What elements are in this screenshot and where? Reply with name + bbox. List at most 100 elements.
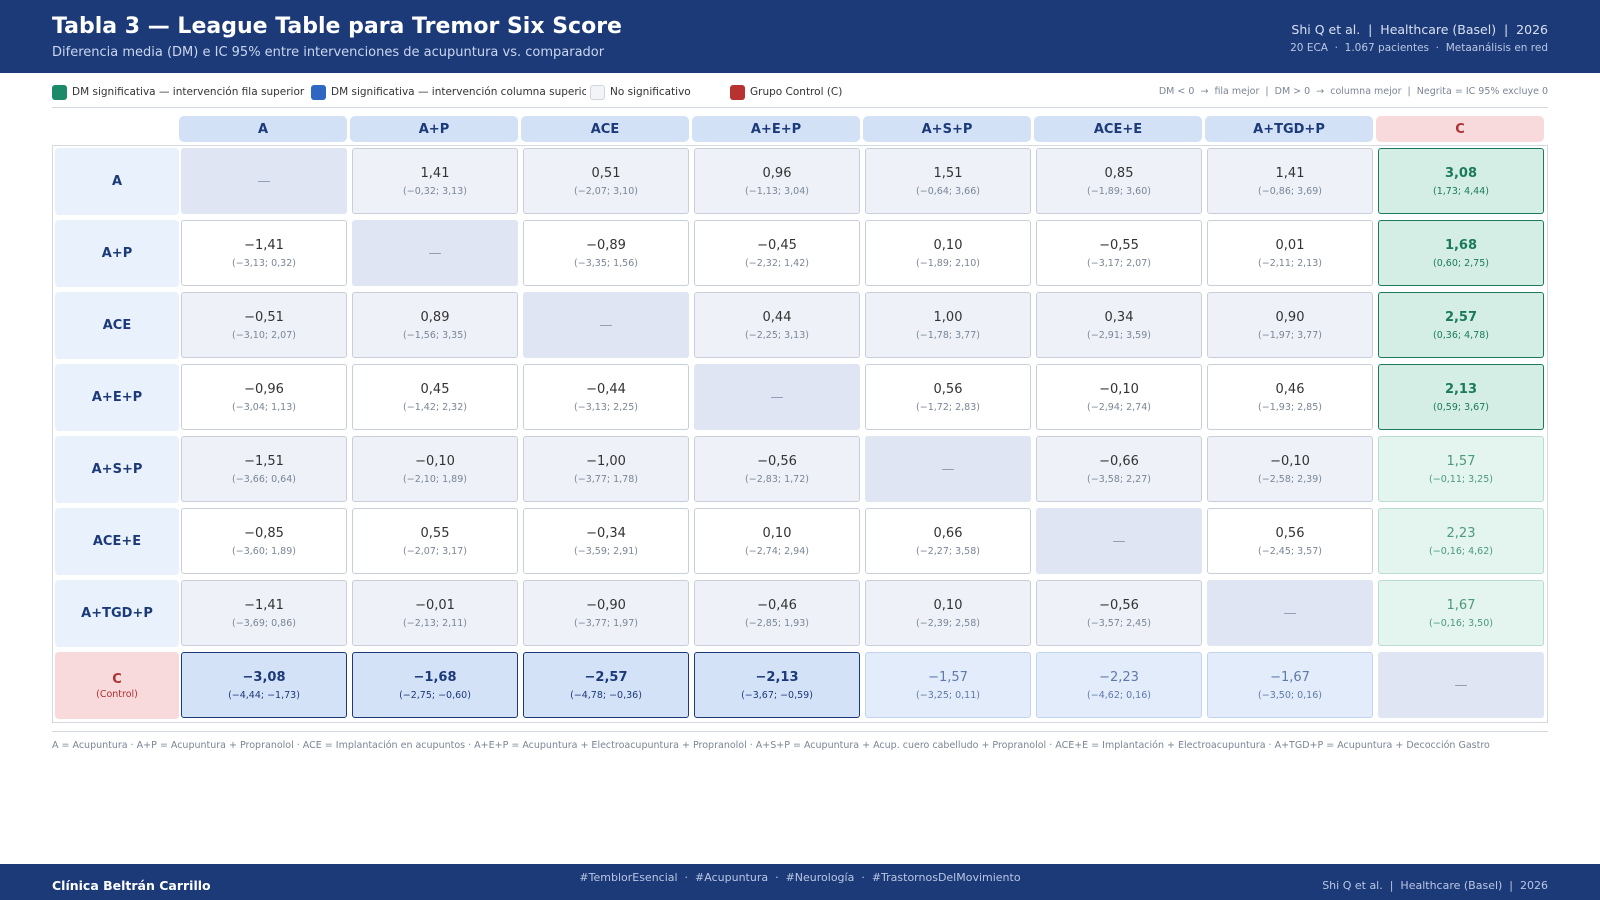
comparison-cell: −0,44 (−3,13; 2,25) (523, 364, 689, 430)
mean-difference: — (428, 245, 442, 261)
comparison-cell: −0,56 (−3,57; 2,45) (1036, 580, 1202, 646)
comparison-cell: −2,23 (−4,62; 0,16) (1036, 652, 1202, 718)
row-header-label: A+E+P (91, 390, 143, 405)
mean-difference: 0,55 (420, 525, 450, 541)
mean-difference: −0,10 (415, 453, 455, 469)
mean-difference: 1,57 (1446, 453, 1476, 469)
comparison-cell: 0,66 (−2,27; 3,58) (865, 508, 1031, 574)
comparison-cell: 0,01 (−2,11; 2,13) (1207, 220, 1373, 286)
mean-difference: 0,45 (420, 381, 450, 397)
comparison-cell: −0,10 (−2,10; 1,89) (352, 436, 518, 502)
column-header: A+E+P (692, 116, 860, 142)
confidence-interval: (−1,42; 2,32) (403, 401, 467, 413)
confidence-interval: (−1,72; 2,83) (916, 401, 980, 413)
row-header: A+P (55, 220, 179, 287)
confidence-interval: (−2,85; 1,93) (745, 617, 809, 629)
header-bar: Tabla 3 — League Table para Tremor Six S… (0, 0, 1600, 73)
confidence-interval: (−3,58; 2,27) (1087, 473, 1151, 485)
confidence-interval: (−3,59; 2,91) (574, 545, 638, 557)
comparison-cell: 0,34 (−2,91; 3,59) (1036, 292, 1202, 358)
comparison-cell: −1,57 (−3,25; 0,11) (865, 652, 1031, 718)
mean-difference: 0,10 (933, 597, 963, 613)
mean-difference: — (257, 173, 271, 189)
mean-difference: −1,00 (586, 453, 626, 469)
comparison-cell: −2,57 (−4,78; −0,36) (523, 652, 689, 718)
row-header: A+S+P (55, 436, 179, 503)
comparison-cell: 0,10 (−2,39; 2,58) (865, 580, 1031, 646)
mean-difference: 0,56 (1275, 525, 1305, 541)
comparison-cell: −0,66 (−3,58; 2,27) (1036, 436, 1202, 502)
mean-difference: 2,23 (1446, 525, 1476, 541)
legend-swatch-grey (590, 84, 605, 100)
legend-label: DM significativa — intervención fila sup… (72, 86, 305, 98)
mean-difference: — (770, 389, 784, 405)
mean-difference: 1,51 (933, 165, 963, 181)
mean-difference: 0,10 (762, 525, 792, 541)
confidence-interval: (−3,69; 0,86) (232, 617, 296, 629)
row-header-label: ACE (102, 318, 132, 333)
comparison-cell: −1,41 (−3,13; 0,32) (181, 220, 347, 286)
legend-item-sig-col: DM significativa — intervención columna … (311, 84, 586, 100)
confidence-interval: (−2,07; 3,17) (403, 545, 467, 557)
comparison-cell: −0,56 (−2,83; 1,72) (694, 436, 860, 502)
confidence-interval: (−2,27; 3,58) (916, 545, 980, 557)
comparison-cell: 1,57 (−0,11; 3,25) (1378, 436, 1544, 502)
mean-difference: −0,56 (757, 453, 797, 469)
mean-difference: −2,57 (584, 669, 628, 685)
diagonal-cell: — (694, 364, 860, 430)
column-header: ACE+E (1034, 116, 1202, 142)
row-header-label: A (111, 174, 123, 189)
comparison-cell: 0,96 (−1,13; 3,04) (694, 148, 860, 214)
confidence-interval: (−2,94; 2,74) (1087, 401, 1151, 413)
row-header: A+E+P (55, 364, 179, 431)
comparison-cell: 0,56 (−1,72; 2,83) (865, 364, 1031, 430)
mean-difference: −0,55 (1099, 237, 1139, 253)
row-header: A (55, 148, 179, 215)
column-header: A+TGD+P (1205, 116, 1373, 142)
mean-difference: −0,34 (586, 525, 626, 541)
column-header: A+P (350, 116, 518, 142)
comparison-cell: −1,41 (−3,69; 0,86) (181, 580, 347, 646)
mean-difference: — (1454, 677, 1468, 693)
confidence-interval: (−3,66; 0,64) (232, 473, 296, 485)
comparison-cell: 1,41 (−0,32; 3,13) (352, 148, 518, 214)
mean-difference: −1,41 (244, 237, 284, 253)
mean-difference: −0,96 (244, 381, 284, 397)
mean-difference: 1,68 (1444, 237, 1478, 253)
mean-difference: −3,08 (242, 669, 286, 685)
mean-difference: 0,44 (762, 309, 792, 325)
mean-difference: −0,66 (1099, 453, 1139, 469)
row-header-label: A+TGD+P (81, 606, 153, 621)
legend-label: DM significativa — intervención columna … (331, 86, 586, 98)
comparison-cell: −2,13 (−3,67; −0,59) (694, 652, 860, 718)
mean-difference: 1,00 (933, 309, 963, 325)
confidence-interval: (−2,45; 3,57) (1258, 545, 1322, 557)
confidence-interval: (−1,78; 3,77) (916, 329, 980, 341)
confidence-interval: (−1,97; 3,77) (1258, 329, 1322, 341)
row-header: ACE (55, 292, 179, 359)
comparison-cell: 0,51 (−2,07; 3,10) (523, 148, 689, 214)
confidence-interval: (−2,25; 3,13) (745, 329, 809, 341)
mean-difference: 0,46 (1275, 381, 1305, 397)
confidence-interval: (−2,58; 2,39) (1258, 473, 1322, 485)
row-header: ACE+E (55, 508, 179, 575)
column-header: ACE (521, 116, 689, 142)
header-citation: Shi Q et al. | Healthcare (Basel) | 2026 (1291, 22, 1548, 37)
mean-difference: 0,66 (933, 525, 963, 541)
mean-difference: — (599, 317, 613, 333)
confidence-interval: (−4,44; −1,73) (228, 689, 300, 701)
comparison-cell: 1,41 (−0,86; 3,69) (1207, 148, 1373, 214)
diagonal-cell: — (352, 220, 518, 286)
confidence-interval: (−2,91; 3,59) (1087, 329, 1151, 341)
legend-item-control: Grupo Control (C) (730, 84, 890, 100)
comparison-cell: −0,89 (−3,35; 1,56) (523, 220, 689, 286)
mean-difference: −2,13 (755, 669, 799, 685)
confidence-interval: (−2,32; 1,42) (745, 257, 809, 269)
comparison-cell: 0,85 (−1,89; 3,60) (1036, 148, 1202, 214)
comparison-cell: −0,51 (−3,10; 2,07) (181, 292, 347, 358)
footnote-divider (52, 731, 1548, 732)
confidence-interval: (−1,93; 2,85) (1258, 401, 1322, 413)
mean-difference: 0,96 (762, 165, 792, 181)
mean-difference: −0,51 (244, 309, 284, 325)
mean-difference: −1,41 (244, 597, 284, 613)
